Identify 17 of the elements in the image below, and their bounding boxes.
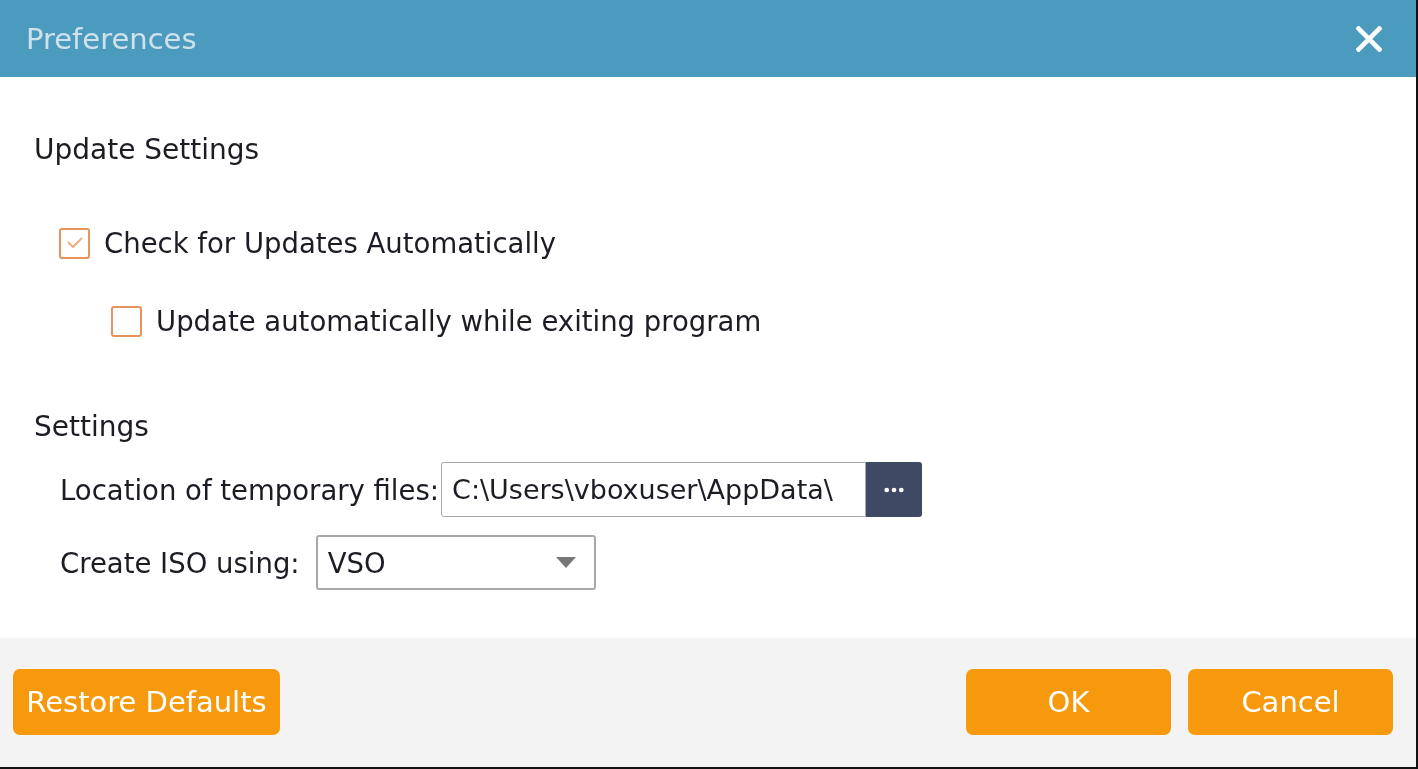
path-field[interactable]: C:\Users\vboxuser\AppData\: [441, 462, 867, 517]
section-heading: Settings: [34, 410, 149, 444]
caret-icon: [555, 557, 576, 568]
ellipsis-icon: [884, 486, 905, 493]
checkmark-icon: [66, 237, 83, 249]
checkbox-label[interactable]: Update automatically while exiting program: [156, 305, 762, 337]
close-icon: [1356, 25, 1382, 52]
close-button[interactable]: [1356, 25, 1382, 52]
section-heading: Update Settings: [34, 133, 260, 167]
checkbox[interactable]: [59, 227, 90, 259]
checkbox[interactable]: [111, 305, 142, 337]
window-title: Preferences: [26, 21, 197, 56]
browse-button[interactable]: [866, 462, 923, 517]
field-label: Location of temporary files:: [60, 473, 440, 506]
field-label: Create ISO using:: [60, 546, 300, 579]
checkbox-label[interactable]: Check for Updates Automatically: [104, 227, 556, 259]
iso-dropdown[interactable]: VSO: [315, 535, 596, 590]
